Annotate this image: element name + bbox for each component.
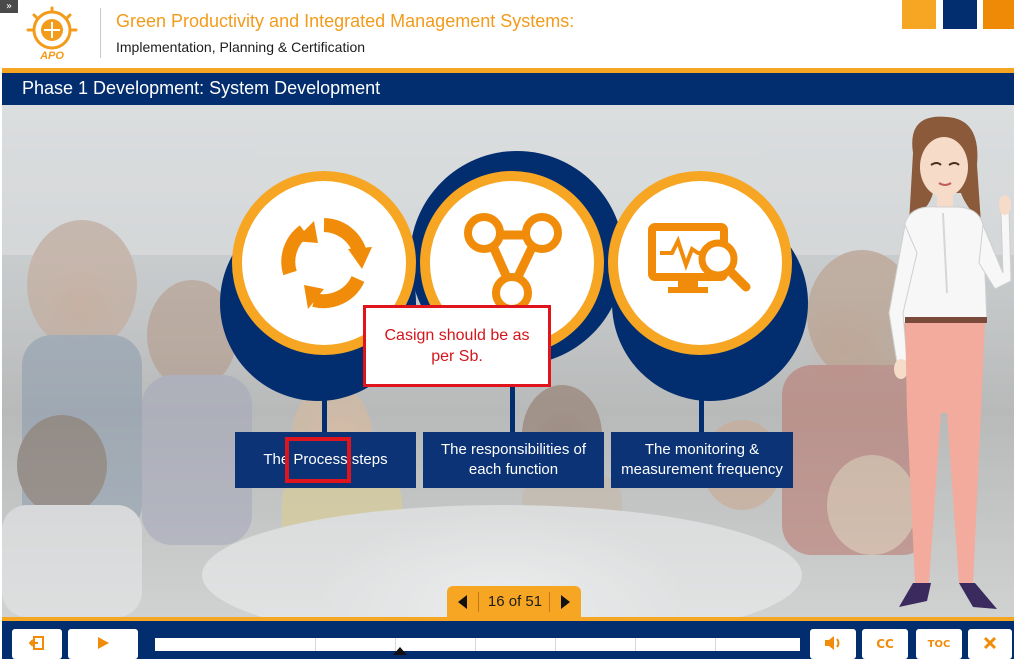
play-icon (95, 635, 111, 654)
course-title: Green Productivity and Integrated Manage… (116, 11, 575, 31)
progress-track[interactable] (155, 638, 800, 651)
refresh-cycle-icon (274, 213, 374, 318)
diagram-label-monitoring[interactable]: The monitoring & measurement frequency (611, 432, 793, 488)
apo-logo: APO (24, 6, 80, 62)
linked-nodes-icon (460, 211, 564, 320)
progress-tick (715, 638, 716, 651)
expand-icon[interactable]: » (0, 0, 18, 13)
pill-separator-left (478, 592, 479, 612)
stem-right (699, 355, 704, 433)
progress-tick (475, 638, 476, 651)
diagram-label-responsibilities[interactable]: The responsibilities of each function (423, 432, 604, 488)
previous-slide-button[interactable] (455, 593, 471, 611)
close-button[interactable] (968, 629, 1012, 659)
exit-button[interactable] (12, 629, 62, 659)
page-navigator: 16 of 51 (447, 586, 581, 618)
page-indicator: 16 of 51 (487, 593, 543, 610)
table-of-contents-button[interactable]: TOC (916, 629, 962, 659)
volume-icon (824, 635, 842, 654)
progress-tick (315, 638, 316, 651)
header-divider (100, 8, 101, 58)
review-highlight-box (285, 437, 351, 483)
monitoring-disk (618, 181, 782, 345)
play-button[interactable] (68, 629, 138, 659)
pill-separator-right (549, 592, 550, 612)
progress-scrubber-handle[interactable] (393, 647, 408, 655)
review-comment-callout: Casign should be as per Sb. (363, 305, 551, 387)
slide-title: Phase 1 Development: System Development (22, 78, 381, 98)
player-control-bar: CC TOC (2, 621, 1014, 659)
stem-left (322, 355, 327, 433)
svg-text:APO: APO (39, 50, 64, 62)
exit-icon (28, 635, 45, 654)
next-slide-button[interactable] (557, 593, 573, 611)
course-subtitle: Implementation, Planning & Certification (116, 39, 366, 55)
monitoring-circle (608, 171, 792, 355)
closed-captions-button[interactable]: CC (862, 629, 908, 659)
presenter-character (877, 113, 1012, 617)
slide-title-bar: Phase 1 Development: System Development (2, 73, 1014, 105)
brand-square-orange (902, 0, 936, 29)
progress-tick (555, 638, 556, 651)
brand-square-navy (943, 0, 977, 29)
brand-square-orange-dark (983, 0, 1014, 29)
monitor-search-icon (648, 221, 752, 306)
close-icon (983, 636, 997, 653)
volume-button[interactable] (810, 629, 856, 659)
progress-tick (635, 638, 636, 651)
